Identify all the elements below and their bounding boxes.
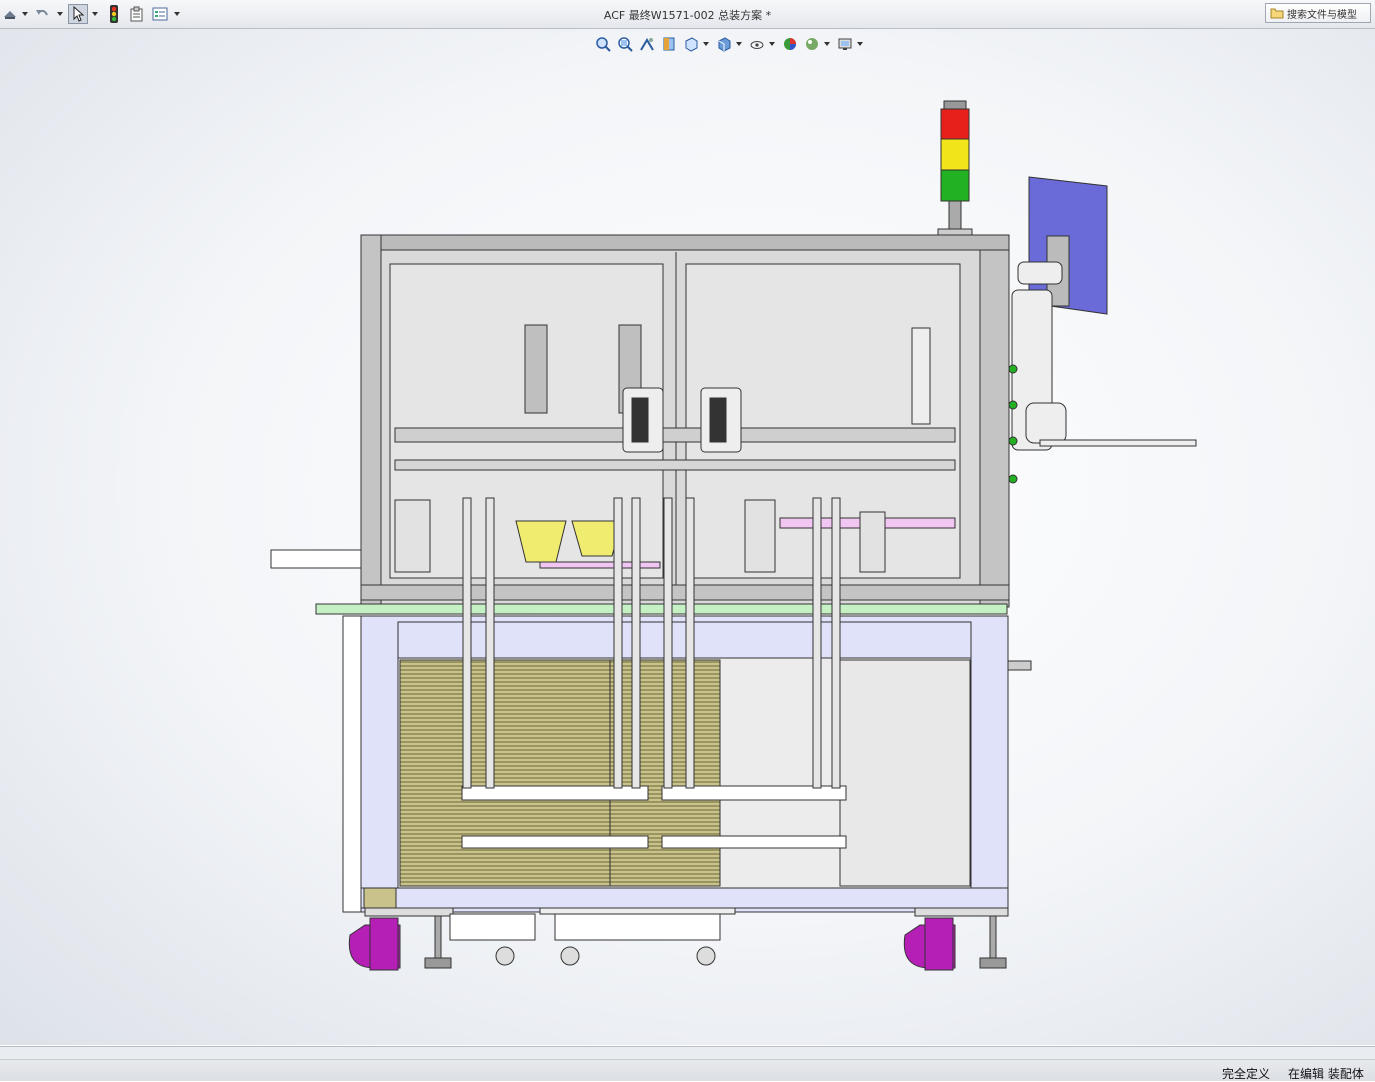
view-settings-dropdown-icon[interactable] [857, 42, 863, 46]
definition-status: 完全定义 [1222, 1067, 1271, 1081]
folder-icon [1270, 8, 1284, 19]
top-toolbar: ACF 最终W1571-002 总装方案 * 搜索文件与模型 [0, 0, 1375, 29]
casters [348, 907, 1009, 971]
stack-light-red [940, 108, 970, 140]
section-view-icon[interactable] [659, 34, 679, 54]
previous-view-icon[interactable] [637, 34, 657, 54]
stack-light-green [940, 169, 970, 202]
apply-scene-dropdown-icon[interactable] [824, 42, 830, 46]
window-title: ACF 最终W1571-002 总装方案 * [603, 9, 772, 22]
status-bar: 完全定义 在编辑 装配体 [0, 1046, 1375, 1081]
hide-show-dropdown-icon[interactable] [769, 42, 775, 46]
graphics-area[interactable] [0, 29, 1375, 1045]
view-orientation-dropdown-icon[interactable] [703, 42, 709, 46]
search-label: 搜索文件与模型 [1287, 9, 1357, 21]
table-top [315, 603, 1008, 615]
view-settings-icon[interactable] [835, 34, 855, 54]
search-box[interactable]: 搜索文件与模型 [1265, 3, 1371, 23]
zoom-to-fit-icon[interactable] [593, 34, 613, 54]
zoom-to-area-icon[interactable] [615, 34, 635, 54]
assembly-model [270, 100, 1197, 971]
editing-mode-status: 在编辑 装配体 [1288, 1067, 1364, 1081]
view-orientation-icon[interactable] [681, 34, 701, 54]
edit-appearance-icon[interactable] [780, 34, 800, 54]
side-bracket [270, 549, 362, 569]
apply-scene-icon[interactable] [802, 34, 822, 54]
hide-show-items-icon[interactable] [747, 34, 767, 54]
monitor [1011, 176, 1197, 451]
view-toolbar [593, 33, 866, 55]
stack-light-yellow [940, 138, 970, 171]
status-strip [0, 1047, 1375, 1060]
stack-light [937, 100, 973, 238]
display-style-dropdown-icon[interactable] [736, 42, 742, 46]
display-style-icon[interactable] [714, 34, 734, 54]
